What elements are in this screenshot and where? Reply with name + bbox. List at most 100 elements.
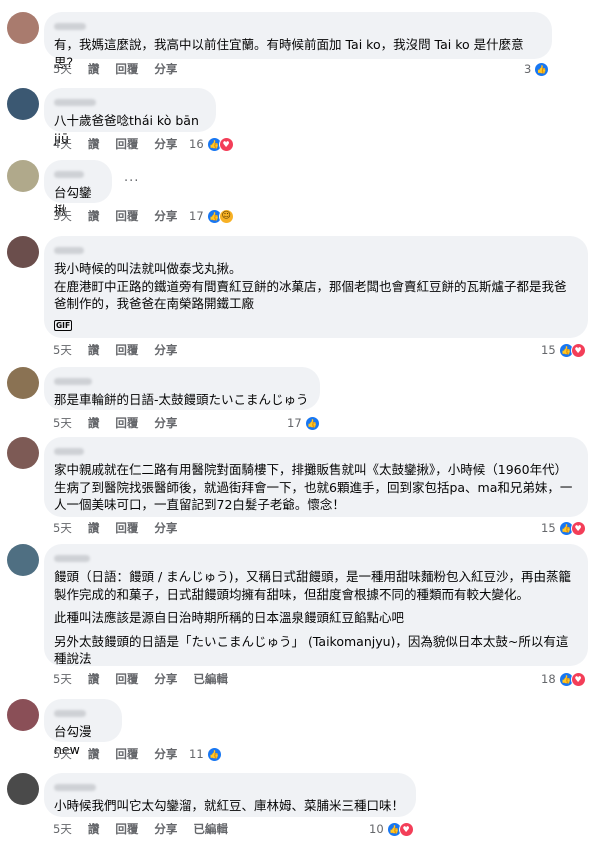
timestamp[interactable]: 3天 — [53, 208, 72, 224]
avatar[interactable] — [7, 88, 39, 120]
edited-label[interactable]: 已編輯 — [193, 821, 228, 837]
author-name[interactable] — [54, 551, 578, 565]
haha-reaction-icon: ☺ — [218, 208, 234, 224]
reaction-summary[interactable]: 11 👍 — [189, 745, 222, 763]
reaction-summary[interactable]: 17 👍 ☺ — [189, 207, 234, 225]
share-button[interactable]: 分享 — [154, 415, 177, 431]
comment-actions: 5天 讚 回覆 分享 — [53, 519, 193, 537]
reply-button[interactable]: 回覆 — [115, 746, 138, 762]
reply-button[interactable]: 回覆 — [115, 342, 138, 358]
comment-actions: 4天 讚 回覆 分享 — [53, 135, 193, 153]
reaction-count: 15 — [541, 343, 556, 357]
comment-bubble: 饅頭（日語：饅頭 / まんじゅう)，又稱日式甜饅頭，是一種用甜味麵粉包入紅豆沙，… — [44, 544, 588, 666]
more-options-icon[interactable]: ··· — [124, 174, 139, 189]
share-button[interactable]: 分享 — [154, 208, 177, 224]
reaction-count: 17 — [287, 416, 302, 430]
like-button[interactable]: 讚 — [88, 136, 100, 152]
timestamp[interactable]: 5天 — [53, 746, 72, 762]
reaction-count: 10 — [369, 822, 384, 836]
comment-actions: 5天 讚 回覆 分享 已編輯 — [53, 820, 244, 838]
avatar[interactable] — [7, 437, 39, 469]
comment-bubble: 家中親戚就在仁二路有用醫院對面騎樓下，排攤販售就叫《太鼓鑾揪》，小時候（1960… — [44, 437, 588, 517]
comment-text: 小時候我們叫它太勾鑾溜，就紅豆、庫林姆、菜脯米三種口味！ — [54, 798, 405, 813]
share-button[interactable]: 分享 — [154, 821, 177, 837]
like-button[interactable]: 讚 — [88, 342, 100, 358]
reply-button[interactable]: 回覆 — [115, 520, 138, 536]
timestamp[interactable]: 5天 — [53, 821, 72, 837]
love-reaction-icon: ♥ — [570, 342, 586, 358]
love-reaction-icon: ♥ — [218, 136, 234, 152]
comment-text: 那是車輪餅的日語-太鼓饅頭たいこまんじゅう — [54, 392, 309, 407]
comment-bubble: 那是車輪餅的日語-太鼓饅頭たいこまんじゅう — [44, 367, 320, 410]
share-button[interactable]: 分享 — [154, 342, 177, 358]
avatar[interactable] — [7, 367, 39, 399]
timestamp[interactable]: 5天 — [53, 61, 72, 77]
author-name[interactable] — [54, 780, 406, 794]
like-reaction-icon: 👍 — [534, 61, 550, 77]
reaction-summary[interactable]: 16 👍 ♥ — [189, 135, 234, 153]
avatar[interactable] — [7, 699, 39, 731]
share-button[interactable]: 分享 — [154, 136, 177, 152]
timestamp[interactable]: 5天 — [53, 342, 72, 358]
comment-bubble: 有，我媽這麼說，我高中以前住宜蘭。有時候前面加 Tai ko，我沒問 Tai k… — [44, 12, 552, 70]
comment-actions: 5天 讚 回覆 分享 — [53, 745, 193, 763]
comment-bubble: 八十歲爸爸唸thái kò bān jiū — [44, 88, 216, 146]
like-button[interactable]: 讚 — [88, 746, 100, 762]
reaction-summary[interactable]: 17 👍 — [287, 414, 320, 432]
reaction-summary[interactable]: 15 👍 ♥ — [541, 341, 586, 359]
author-name[interactable] — [54, 167, 102, 181]
share-button[interactable]: 分享 — [154, 520, 177, 536]
love-reaction-icon: ♥ — [570, 520, 586, 536]
avatar[interactable] — [7, 236, 39, 268]
like-button[interactable]: 讚 — [88, 61, 100, 77]
author-name[interactable] — [54, 374, 310, 388]
reaction-summary[interactable]: 3 👍 — [524, 60, 550, 78]
reaction-summary[interactable]: 15 👍 ♥ — [541, 519, 586, 537]
reaction-count: 17 — [189, 209, 204, 223]
reply-button[interactable]: 回覆 — [115, 821, 138, 837]
share-button[interactable]: 分享 — [154, 61, 177, 77]
like-reaction-icon: 👍 — [304, 415, 320, 431]
comment-text: 家中親戚就在仁二路有用醫院對面騎樓下，排攤販售就叫《太鼓鑾揪》，小時候（1960… — [54, 462, 573, 512]
timestamp[interactable]: 5天 — [53, 520, 72, 536]
timestamp[interactable]: 5天 — [53, 415, 72, 431]
like-button[interactable]: 讚 — [88, 208, 100, 224]
author-name[interactable] — [54, 19, 542, 33]
reaction-summary[interactable]: 10 👍 ♥ — [369, 820, 414, 838]
timestamp[interactable]: 5天 — [53, 671, 72, 687]
reply-button[interactable]: 回覆 — [115, 671, 138, 687]
reply-button[interactable]: 回覆 — [115, 208, 138, 224]
avatar[interactable] — [7, 160, 39, 192]
edited-label[interactable]: 已編輯 — [193, 671, 228, 687]
reaction-summary[interactable]: 18 👍 ♥ — [541, 670, 586, 688]
reply-button[interactable]: 回覆 — [115, 61, 138, 77]
comment-text: 此種叫法應該是源自日治時期所稱的日本溫泉饅頭紅豆餡點心吧 — [54, 610, 405, 625]
reply-button[interactable]: 回覆 — [115, 415, 138, 431]
like-button[interactable]: 讚 — [88, 520, 100, 536]
comment-text: 饅頭（日語：饅頭 / まんじゅう)，又稱日式甜饅頭，是一種用甜味麵粉包入紅豆沙，… — [54, 569, 572, 602]
reply-button[interactable]: 回覆 — [115, 136, 138, 152]
share-button[interactable]: 分享 — [154, 746, 177, 762]
comment-actions: 5天 讚 回覆 分享 — [53, 341, 193, 359]
comment-actions: 5天 讚 回覆 分享 已編輯 — [53, 670, 244, 688]
like-reaction-icon: 👍 — [206, 746, 222, 762]
comment-text: 我小時候的叫法就叫做泰戈丸揪。 — [54, 261, 242, 276]
gif-icon[interactable]: GIF — [54, 319, 73, 331]
author-name[interactable] — [54, 706, 112, 720]
share-button[interactable]: 分享 — [154, 671, 177, 687]
like-button[interactable]: 讚 — [88, 415, 100, 431]
like-button[interactable]: 讚 — [88, 671, 100, 687]
author-name[interactable] — [54, 243, 578, 257]
reaction-count: 3 — [524, 62, 532, 76]
comment-text: 在鹿港町中正路的鐵道旁有間賣紅豆餅的冰菓店，那個老闆也會賣紅豆餅的瓦斯爐子都是我… — [54, 278, 567, 312]
avatar[interactable] — [7, 12, 39, 44]
like-button[interactable]: 讚 — [88, 821, 100, 837]
timestamp[interactable]: 4天 — [53, 136, 72, 152]
comment-bubble: 我小時候的叫法就叫做泰戈丸揪。 在鹿港町中正路的鐵道旁有間賣紅豆餅的冰菓店，那個… — [44, 236, 588, 338]
love-reaction-icon: ♥ — [398, 821, 414, 837]
author-name[interactable] — [54, 95, 206, 109]
avatar[interactable] — [7, 544, 39, 576]
author-name[interactable] — [54, 444, 578, 458]
avatar[interactable] — [7, 773, 39, 805]
comment-actions: 3天 讚 回覆 分享 — [53, 207, 193, 225]
